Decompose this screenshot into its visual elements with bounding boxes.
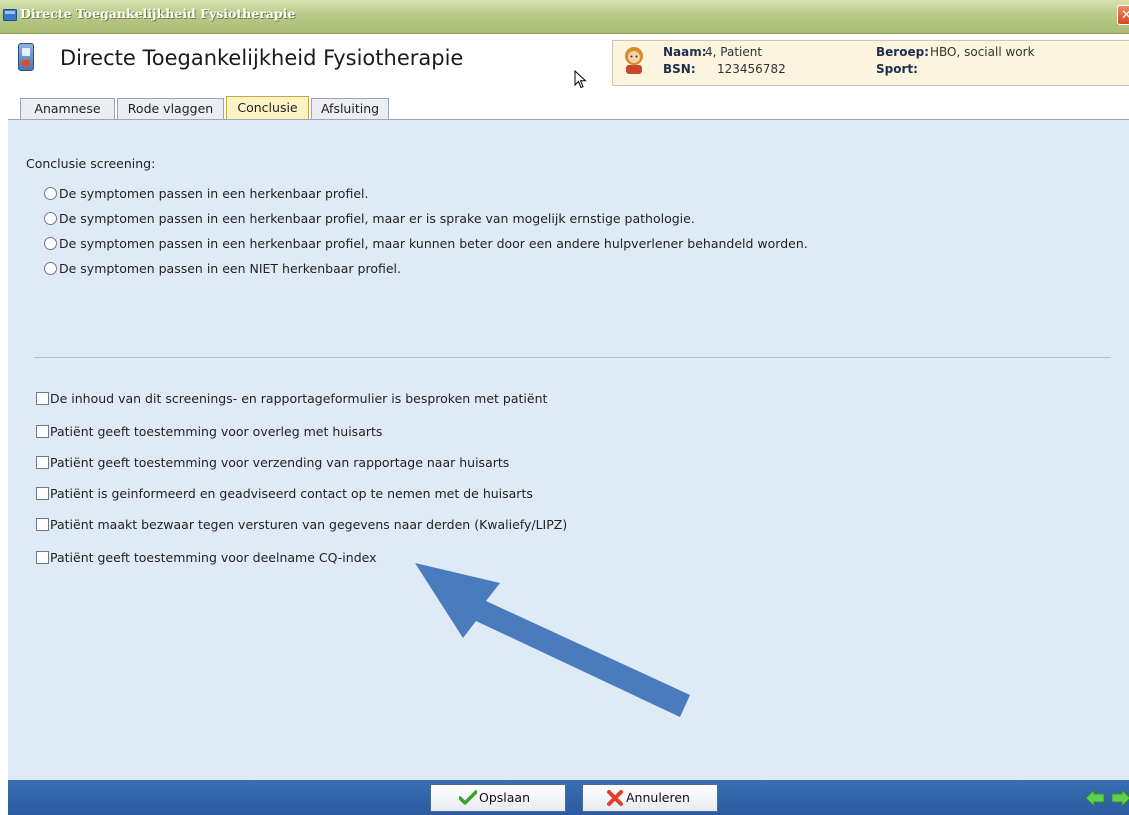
patient-avatar-icon bbox=[625, 47, 643, 74]
page-title: Directe Toegankelijkheid Fysiotherapie bbox=[60, 46, 464, 70]
bsn-label: BSN: bbox=[663, 62, 696, 76]
radio-button[interactable] bbox=[44, 262, 57, 275]
app-device-icon bbox=[18, 43, 34, 71]
checkbox-label: Patiënt geeft toestemming voor verzendin… bbox=[50, 455, 510, 470]
checkbox[interactable] bbox=[36, 456, 49, 469]
window-title: Directe Toegankelijkheid Fysiotherapie bbox=[20, 6, 296, 21]
checkbox[interactable] bbox=[36, 551, 49, 564]
checkbox[interactable] bbox=[36, 392, 49, 405]
radio-label: De symptomen passen in een herkenbaar pr… bbox=[59, 211, 695, 226]
tab-conclusie[interactable]: Conclusie bbox=[226, 96, 309, 119]
arrow-right-icon[interactable] bbox=[1111, 790, 1129, 806]
bottom-toolbar: Opslaan Annuleren bbox=[8, 780, 1129, 815]
checkbox-label: De inhoud van dit screenings- en rapport… bbox=[50, 391, 548, 406]
section-divider bbox=[34, 357, 1111, 358]
radio-button[interactable] bbox=[44, 237, 57, 250]
sport-label: Sport: bbox=[876, 62, 918, 76]
radio-label: De symptomen passen in een herkenbaar pr… bbox=[59, 236, 808, 251]
beroep-label: Beroep: bbox=[876, 45, 929, 59]
checkbox-label: Patiënt maakt bezwaar tegen versturen va… bbox=[50, 517, 568, 532]
save-button-label: Opslaan bbox=[479, 790, 531, 805]
patient-info-panel: Naam: 4, Patient BSN: 123456782 Beroep: … bbox=[612, 40, 1129, 86]
checkbox[interactable] bbox=[36, 487, 49, 500]
tab-bar: Anamnese Rode vlaggen Conclusie Afsluiti… bbox=[8, 95, 1129, 120]
tab-afsluiting[interactable]: Afsluiting bbox=[311, 98, 389, 119]
nav-arrows bbox=[1086, 790, 1129, 806]
radio-label: De symptomen passen in een herkenbaar pr… bbox=[59, 186, 369, 201]
save-button[interactable]: Opslaan bbox=[430, 784, 566, 812]
conclusie-screening-label: Conclusie screening: bbox=[26, 156, 156, 171]
checkbox[interactable] bbox=[36, 518, 49, 531]
mouse-cursor-icon bbox=[574, 70, 587, 89]
checkmark-icon bbox=[459, 790, 477, 805]
cancel-button-label: Annuleren bbox=[626, 790, 690, 805]
window-titlebar: Directe Toegankelijkheid Fysiotherapie ✕ bbox=[0, 0, 1129, 34]
radio-label: De symptomen passen in een NIET herkenba… bbox=[59, 261, 401, 276]
checkbox-label: Patiënt geeft toestemming voor overleg m… bbox=[50, 424, 383, 439]
beroep-value: HBO, sociall work bbox=[930, 45, 1035, 59]
cross-icon bbox=[607, 790, 623, 806]
annotation-arrow-icon bbox=[415, 563, 690, 717]
checkbox-label: Patiënt geeft toestemming voor deelname … bbox=[50, 550, 377, 565]
checkbox-label: Patiënt is geinformeerd en geadviseerd c… bbox=[50, 486, 533, 501]
window-icon bbox=[3, 9, 17, 21]
naam-value: 4, Patient bbox=[705, 45, 763, 59]
tab-anamnese[interactable]: Anamnese bbox=[20, 98, 115, 119]
checkbox[interactable] bbox=[36, 425, 49, 438]
close-icon[interactable]: ✕ bbox=[1117, 5, 1129, 25]
radio-button[interactable] bbox=[44, 187, 57, 200]
radio-button[interactable] bbox=[44, 212, 57, 225]
tab-rode-vlaggen[interactable]: Rode vlaggen bbox=[117, 98, 224, 119]
cancel-button[interactable]: Annuleren bbox=[582, 784, 718, 812]
naam-label: Naam: bbox=[663, 45, 707, 59]
arrow-left-icon[interactable] bbox=[1086, 790, 1105, 806]
bsn-value: 123456782 bbox=[717, 62, 786, 76]
